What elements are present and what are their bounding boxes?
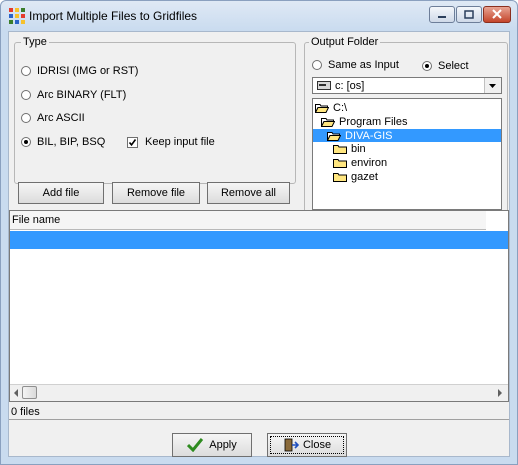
checkmark-icon (187, 438, 204, 452)
keep-input-label: Keep input file (145, 136, 215, 148)
radio-arc-binary[interactable]: Arc BINARY (FLT) (21, 88, 126, 102)
exit-door-icon (284, 438, 299, 452)
remove-all-button[interactable]: Remove all (207, 182, 290, 204)
tree-node-bin-label: bin (351, 142, 366, 155)
tree-node-program-files[interactable]: Program Files (321, 115, 407, 128)
radio-bil-bip-bsq-label: BIL, BIP, BSQ (37, 136, 106, 148)
tree-node-environ-label: environ (351, 156, 388, 169)
drive-select[interactable]: c: [os] (312, 77, 502, 94)
radio-idrisi[interactable]: IDRISI (IMG or RST) (21, 64, 138, 78)
radio-bil-bip-bsq-circle[interactable] (21, 137, 31, 147)
radio-arc-binary-label: Arc BINARY (FLT) (37, 89, 127, 101)
close-button[interactable]: Close (267, 433, 347, 457)
window: Import Multiple Files to Gridfiles Type … (0, 0, 518, 465)
close-icon (492, 9, 502, 19)
chevron-down-icon (489, 84, 496, 88)
open-folder-icon (327, 131, 341, 141)
radio-select-circle[interactable] (422, 61, 432, 71)
radio-same-as-input-circle[interactable] (312, 60, 322, 70)
tree-node-diva-gis[interactable]: DIVA-GIS (313, 129, 501, 142)
tree-node-bin[interactable]: bin (333, 142, 366, 155)
status-divider (9, 419, 509, 420)
keep-input-checkbox[interactable] (127, 136, 138, 148)
app-icon (9, 8, 25, 24)
drive-value: c: [os] (335, 80, 365, 92)
radio-select[interactable]: Select (422, 59, 469, 73)
maximize-button[interactable] (456, 6, 482, 23)
open-folder-icon (315, 103, 329, 113)
radio-arc-ascii[interactable]: Arc ASCII (21, 111, 85, 125)
scroll-right-icon[interactable] (496, 388, 504, 398)
selected-row[interactable] (10, 231, 508, 249)
dropdown-arrow-button[interactable] (484, 78, 501, 93)
horizontal-scrollbar[interactable] (10, 384, 508, 401)
radio-arc-binary-circle[interactable] (21, 90, 31, 100)
open-folder-icon (321, 117, 335, 127)
keep-input-checkbox-row[interactable]: Keep input file (127, 135, 215, 149)
tree-node-program-files-label: Program Files (339, 115, 408, 128)
output-folder-group: Output Folder Same as Input Select c: [o… (304, 36, 508, 215)
window-title: Import Multiple Files to Gridfiles (29, 9, 198, 23)
tree-node-c[interactable]: C:\ (315, 101, 347, 114)
type-group: Type IDRISI (IMG or RST) Arc BINARY (FLT… (14, 36, 296, 184)
dialog-body: Type IDRISI (IMG or RST) Arc BINARY (FLT… (8, 31, 510, 457)
close-window-button[interactable] (483, 6, 511, 23)
tree-node-gazet-label: gazet (351, 170, 378, 183)
minimize-icon (438, 16, 446, 18)
radio-same-as-input-label: Same as Input (328, 59, 399, 71)
folder-icon (333, 172, 347, 182)
maximize-icon (464, 10, 474, 19)
tree-node-gazet[interactable]: gazet (333, 170, 378, 183)
tree-node-c-label: C:\ (333, 101, 348, 114)
file-name-column-header[interactable]: File name (10, 211, 486, 230)
radio-arc-ascii-label: Arc ASCII (37, 112, 85, 124)
tree-node-diva-gis-label: DIVA-GIS (345, 129, 393, 142)
file-count-status: 0 files (11, 406, 40, 418)
apply-button[interactable]: Apply (172, 433, 252, 457)
radio-select-label: Select (438, 60, 469, 72)
radio-same-as-input[interactable]: Same as Input (312, 58, 399, 72)
output-folder-label: Output Folder (309, 36, 381, 48)
folder-icon (333, 144, 347, 154)
title-bar[interactable]: Import Multiple Files to Gridfiles (1, 1, 517, 29)
checkmark-icon (128, 138, 137, 146)
scroll-thumb[interactable] (22, 386, 37, 399)
close-label: Close (302, 439, 332, 451)
scroll-left-icon[interactable] (12, 388, 20, 398)
folder-icon (333, 158, 347, 168)
remove-file-button[interactable]: Remove file (112, 182, 200, 204)
drive-icon (317, 81, 331, 90)
file-list[interactable]: File name (9, 210, 509, 402)
folder-tree[interactable]: C:\ Program Files DIVA-GIS bin environ g… (312, 98, 502, 210)
file-name-column-label: File name (12, 214, 61, 226)
apply-label: Apply (209, 439, 237, 451)
radio-arc-ascii-circle[interactable] (21, 113, 31, 123)
radio-idrisi-label: IDRISI (IMG or RST) (37, 65, 139, 77)
type-group-label: Type (21, 36, 49, 48)
radio-idrisi-circle[interactable] (21, 66, 31, 76)
add-file-button[interactable]: Add file (18, 182, 104, 204)
radio-bil-bip-bsq[interactable]: BIL, BIP, BSQ (21, 135, 105, 149)
minimize-button[interactable] (429, 6, 455, 23)
tree-node-environ[interactable]: environ (333, 156, 387, 169)
